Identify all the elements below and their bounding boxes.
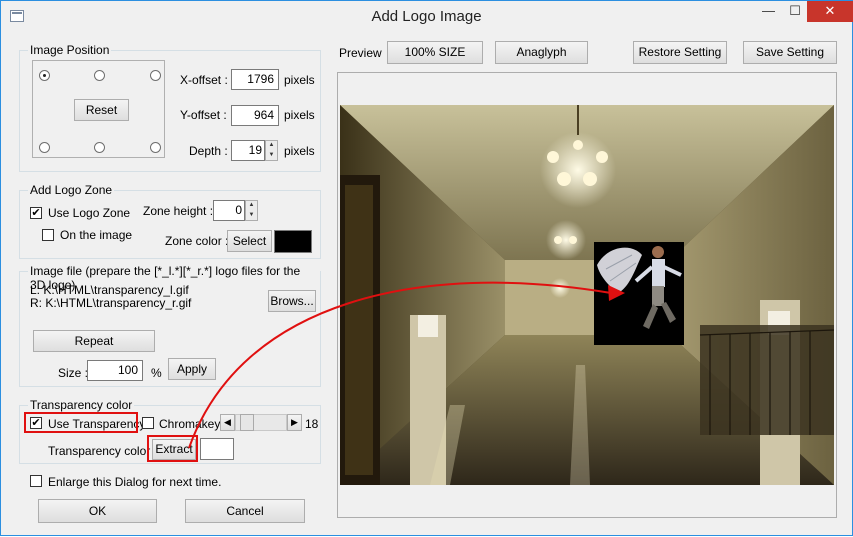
position-radio-bottom-center[interactable] — [94, 142, 105, 153]
y-offset-label: Y-offset : — [180, 108, 227, 122]
x-offset-unit: pixels — [284, 73, 315, 87]
enlarge-dialog-checkbox[interactable] — [30, 475, 42, 487]
ok-button[interactable]: OK — [38, 499, 157, 523]
cancel-button[interactable]: Cancel — [185, 499, 305, 523]
slider-right-button[interactable]: ▶ — [287, 414, 302, 431]
chromakey-label: Chromakey — [159, 417, 221, 431]
position-radio-top-center[interactable] — [94, 70, 105, 81]
image-file-group: Image file (prepare the [*_l.*][*_r.*] l… — [19, 264, 321, 387]
y-offset-unit: pixels — [284, 108, 315, 122]
zone-height-spinner[interactable]: ▲ ▼ — [245, 200, 258, 221]
enlarge-dialog-label: Enlarge this Dialog for next time. — [48, 475, 222, 489]
use-logo-zone-label: Use Logo Zone — [48, 206, 131, 220]
window-title: Add Logo Image — [371, 8, 482, 25]
zone-height-label: Zone height : — [143, 204, 214, 218]
chromakey-slider-thumb[interactable] — [240, 414, 254, 431]
zone-color-label: Zone color : — [165, 234, 229, 248]
image-position-group: Image Position Reset X-offset : 1796 pix… — [19, 43, 321, 172]
right-file-path: R: K:\HTML\transparency_r.gif — [30, 296, 192, 310]
anaglyph-button[interactable]: Anaglyph — [495, 41, 588, 64]
repeat-button[interactable]: Repeat — [33, 330, 155, 352]
full-size-button[interactable]: 100% SIZE — [387, 41, 483, 64]
size-unit: % — [151, 366, 162, 380]
zone-color-select-button[interactable]: Select — [227, 230, 272, 252]
preview-image — [340, 105, 834, 485]
y-offset-input[interactable]: 964 — [231, 105, 279, 126]
size-input[interactable]: 100 — [87, 360, 143, 381]
minimize-button[interactable]: — — [755, 1, 782, 22]
close-button[interactable]: ✕ — [807, 1, 853, 22]
chromakey-checkbox[interactable] — [142, 417, 154, 429]
apply-button[interactable]: Apply — [168, 358, 216, 380]
on-the-image-checkbox[interactable] — [42, 229, 54, 241]
position-radio-top-right[interactable] — [150, 70, 161, 81]
slider-left-button[interactable]: ◀ — [220, 414, 235, 431]
chromakey-slider[interactable] — [235, 414, 287, 431]
image-position-title: Image Position — [28, 43, 112, 57]
zone-height-input[interactable]: 0 — [213, 200, 245, 221]
position-radio-bottom-left[interactable] — [39, 142, 50, 153]
browse-button[interactable]: Brows... — [268, 290, 316, 312]
annotation-box-use-transparency — [24, 412, 138, 433]
slider-value: 18 — [305, 417, 319, 431]
x-offset-input[interactable]: 1796 — [231, 69, 279, 90]
dialog-window: Add Logo Image — ☐ ✕ Image Position Rese… — [0, 0, 853, 536]
depth-input[interactable]: 19 — [231, 140, 265, 161]
title-bar: Add Logo Image — ☐ ✕ — [1, 1, 853, 32]
transparency-color-swatch — [200, 438, 234, 460]
transparency-color-label: Transparency color : — [48, 444, 157, 458]
logo-zone-group: Add Logo Zone ✔ Use Logo Zone Zone heigh… — [19, 183, 321, 259]
use-logo-zone-checkbox[interactable]: ✔ — [30, 207, 42, 219]
position-grid: Reset — [32, 60, 165, 158]
save-setting-button[interactable]: Save Setting — [743, 41, 837, 64]
depth-spinner[interactable]: ▲ ▼ — [265, 140, 278, 161]
preview-label: Preview — [339, 46, 382, 60]
logo-zone-title: Add Logo Zone — [28, 183, 115, 197]
depth-unit: pixels — [284, 144, 315, 158]
depth-label: Depth : — [189, 144, 228, 158]
position-radio-top-left[interactable] — [39, 70, 50, 81]
left-file-path: L: K:\HTML\transparency_l.gif — [30, 283, 189, 297]
on-the-image-label: On the image — [60, 228, 133, 242]
restore-setting-button[interactable]: Restore Setting — [633, 41, 727, 64]
size-label: Size : — [58, 366, 89, 380]
position-radio-bottom-right[interactable] — [150, 142, 161, 153]
annotation-box-extract — [147, 435, 198, 462]
x-offset-label: X-offset : — [180, 73, 228, 87]
maximize-button[interactable]: ☐ — [782, 1, 808, 22]
reset-button[interactable]: Reset — [74, 99, 129, 121]
zone-color-swatch — [274, 230, 312, 253]
transparency-title: Transparency color — [28, 398, 135, 412]
